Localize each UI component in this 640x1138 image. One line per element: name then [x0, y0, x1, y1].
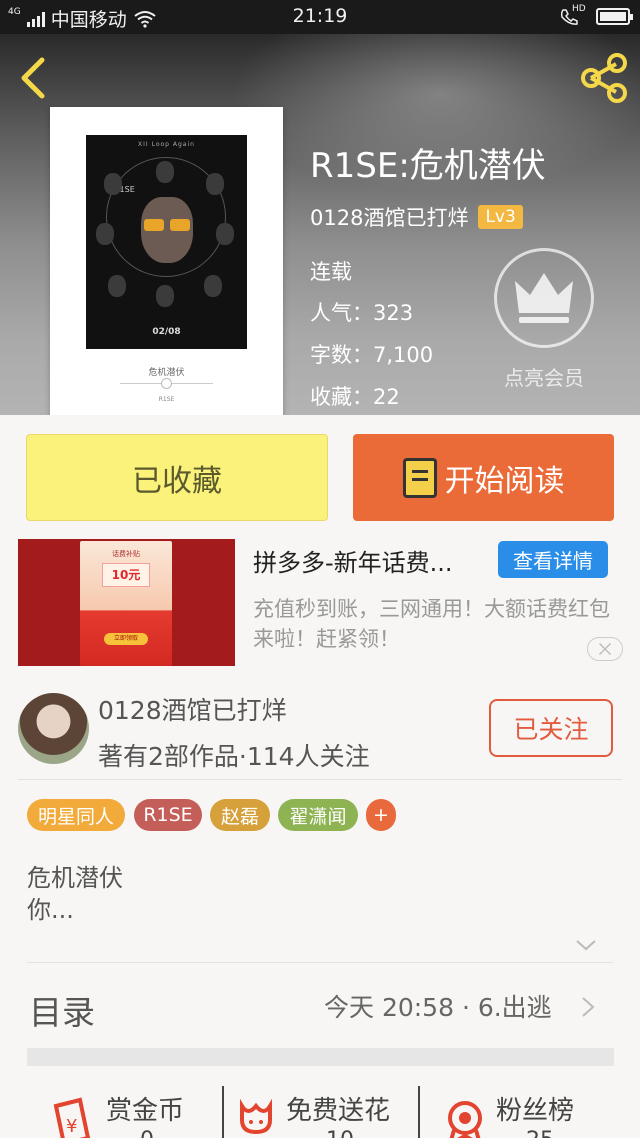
- clock: 21:19: [292, 5, 348, 27]
- book-header: XII Loop Again R1SE 02/08 危机潜伏 R1SE R1SE…: [0, 34, 640, 415]
- cover-caption: 危机潜伏: [148, 368, 185, 378]
- reward-coins-count: 0: [140, 1128, 154, 1138]
- divider: [27, 962, 613, 963]
- fan-ranking-button[interactable]: 粉丝榜 25: [440, 1082, 600, 1138]
- bottom-divider: [222, 1086, 224, 1138]
- flower-icon: [240, 1098, 272, 1135]
- fan-badge-icon: [448, 1101, 482, 1138]
- ad-title[interactable]: 拼多多-新年话费...: [253, 543, 498, 578]
- cover-emblem-icon: [161, 378, 172, 389]
- author-avatar[interactable]: [18, 693, 89, 764]
- chevron-down-icon: [576, 940, 596, 951]
- follow-button[interactable]: 已关注: [489, 699, 613, 757]
- book-word-count: 字数：7,100: [310, 343, 434, 367]
- bottom-divider: [418, 1086, 420, 1138]
- hd-label: HD: [572, 4, 586, 14]
- tag-zhao-lei[interactable]: 赵磊: [210, 799, 270, 831]
- book-title: R1SE:危机潜伏: [310, 146, 546, 186]
- member-button[interactable]: [494, 248, 594, 348]
- fan-ranking-count: 25: [526, 1128, 554, 1138]
- tag-zhai-xiaowen[interactable]: 翟潇闻: [278, 799, 358, 831]
- chevron-left-icon: [21, 57, 45, 99]
- reward-coins-button[interactable]: ¥ 赏金币 0: [50, 1082, 210, 1138]
- toc-label[interactable]: 目录: [29, 986, 95, 1034]
- share-icon: [581, 53, 627, 103]
- status-right: HD: [560, 4, 633, 26]
- divider: [18, 779, 622, 780]
- collected-button[interactable]: 已收藏: [26, 434, 328, 521]
- ad-card-title: 话费补贴: [112, 550, 140, 558]
- send-flower-label: 免费送花: [286, 1096, 391, 1126]
- ad-card-button: 立即领取: [104, 633, 148, 645]
- svg-text:¥: ¥: [66, 1116, 77, 1137]
- ad-card-amount: 10元: [102, 563, 150, 587]
- toc-open-button[interactable]: [580, 996, 596, 1018]
- cover-poster: XII Loop Again R1SE 02/08: [86, 135, 247, 349]
- poster-top-text: XII Loop Again: [138, 141, 195, 148]
- crown-icon: [515, 273, 573, 323]
- ad-image[interactable]: 话费补贴 10元 立即领取: [18, 539, 235, 666]
- book-favorites: 收藏：22: [310, 385, 400, 409]
- poster-date: 02/08: [152, 327, 181, 337]
- author-level-badge: Lv3: [478, 205, 523, 229]
- close-icon: [599, 643, 611, 655]
- book-popularity: 人气：323: [310, 301, 414, 325]
- cover-footer: R1SE: [158, 396, 175, 403]
- tag-star-fanfic[interactable]: 明星同人: [27, 799, 125, 831]
- book-icon: [402, 457, 437, 498]
- synopsis-line-2: 你...: [27, 896, 74, 924]
- expand-synopsis-button[interactable]: [575, 934, 597, 956]
- collected-label: 已收藏: [132, 463, 222, 499]
- book-cover[interactable]: XII Loop Again R1SE 02/08 危机潜伏 R1SE: [50, 107, 283, 415]
- section-separator: [27, 1048, 614, 1066]
- start-reading-label: 开始阅读: [444, 463, 565, 499]
- back-button[interactable]: [14, 56, 54, 100]
- synopsis[interactable]: 危机潜伏 你...: [27, 862, 123, 926]
- toc-latest-chapter[interactable]: 今天 20:58 · 6.出逃: [324, 988, 552, 1024]
- hd-call-icon: HD: [560, 4, 586, 26]
- synopsis-line-1: 危机潜伏: [27, 864, 123, 892]
- chevron-right-icon: [582, 997, 595, 1017]
- book-author[interactable]: 0128酒馆已打烊: [310, 202, 468, 232]
- status-bar: 4G 中国移动 21:19 HD: [0, 0, 640, 34]
- fan-ranking-label: 粉丝榜: [496, 1096, 575, 1126]
- add-tag-button[interactable]: +: [366, 799, 396, 831]
- follow-label: 已关注: [513, 715, 589, 744]
- book-author-line[interactable]: 0128酒馆已打烊 Lv3: [310, 202, 523, 232]
- share-button[interactable]: [578, 52, 630, 104]
- member-label[interactable]: 点亮会员: [494, 362, 594, 391]
- battery-icon: [596, 7, 633, 25]
- send-flower-button[interactable]: 免费送花 10: [234, 1082, 414, 1138]
- reward-coin-icon: ¥: [53, 1097, 91, 1138]
- reward-coins-label: 赏金币: [106, 1096, 185, 1126]
- ad-description[interactable]: 充值秒到账，三网通用！大额话费红包来啦！赶紧领！: [253, 594, 615, 654]
- start-reading-button[interactable]: 开始阅读: [353, 434, 614, 521]
- book-status: 连载: [310, 260, 352, 284]
- bottom-action-bar: ¥ 赏金币 0 免费送花 10 粉丝榜 25: [0, 1082, 640, 1138]
- ad-details-button[interactable]: 查看详情: [498, 541, 608, 578]
- author-stats: 著有2部作品·114人关注: [98, 742, 370, 771]
- tag-r1se[interactable]: R1SE: [134, 799, 202, 831]
- send-flower-count: 10: [326, 1128, 354, 1138]
- author-name[interactable]: 0128酒馆已打烊: [98, 691, 287, 727]
- ad-close-button[interactable]: [587, 637, 623, 661]
